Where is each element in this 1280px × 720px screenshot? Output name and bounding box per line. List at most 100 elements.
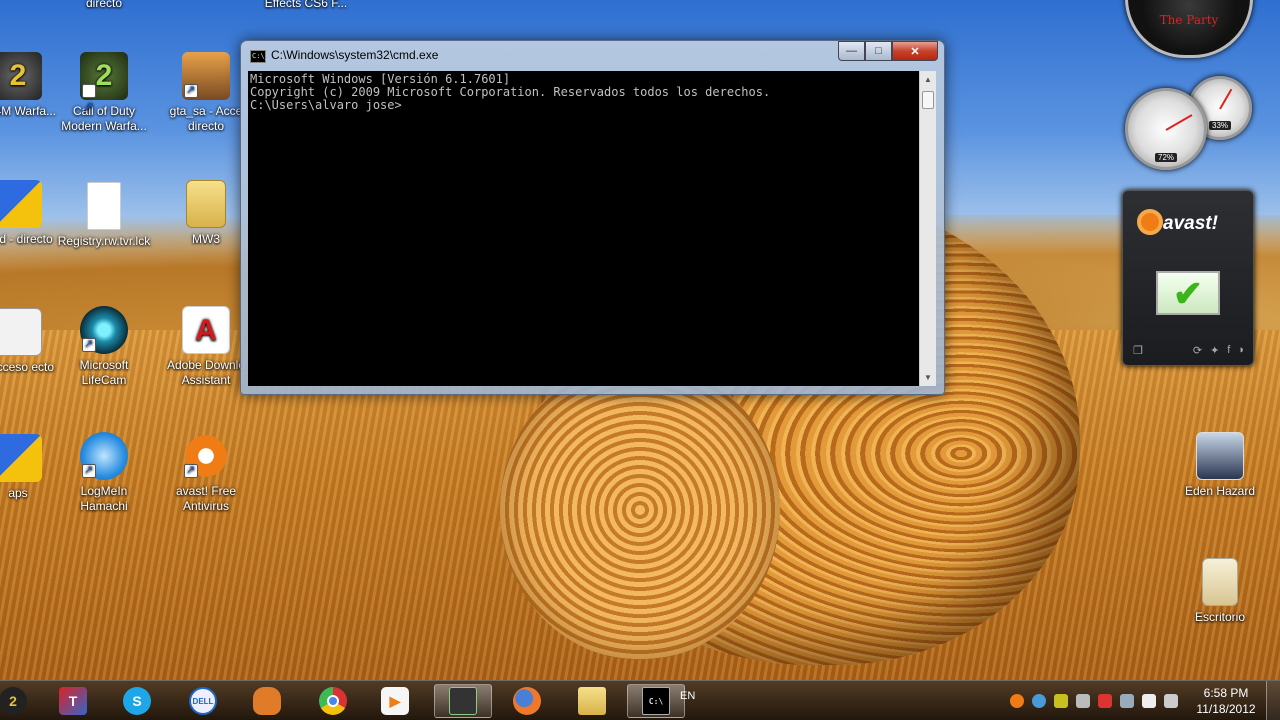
toolbar-icon: T [59,687,87,715]
show-desktop-button[interactable] [1266,681,1280,720]
taskbar-firefox[interactable] [498,684,556,718]
speaker-icon[interactable] [1164,694,1178,708]
desktop-icon-eden-hazard[interactable]: Eden Hazard [1172,432,1268,499]
clock-date: 11/18/2012 [1196,702,1256,716]
taskbar-skype[interactable]: S [108,684,166,718]
shortcut-arrow-icon [184,83,198,98]
adobe-icon: A [182,306,230,354]
camera-icon [449,687,477,715]
folder-icon [578,687,606,715]
mw2-icon: 2 [0,687,27,715]
blank-file-icon [87,182,121,230]
cmd-icon: C:\_ [250,50,269,63]
desktop-icon-registry[interactable]: Registry.rw.tvr.lck [56,182,152,249]
gta-icon [182,52,230,100]
shortcut-arrow-icon [82,463,96,478]
console-output[interactable]: Microsoft Windows [Versión 6.1.7601] Copy… [248,71,919,386]
window-icon[interactable]: ❐ [1133,344,1143,357]
shortcut-arrow-icon [82,337,96,352]
avast-icon [182,432,230,480]
meter-needle [1219,88,1233,110]
console-prompt: C:\Users\alvaro jose> [250,98,402,112]
cpu-percent: 72% [1154,153,1178,162]
clock-gadget-label: The Party [1159,13,1219,27]
maximize-button[interactable]: □ [865,41,892,61]
desktop-icon-hamachi[interactable]: LogMeIn Hamachi [56,432,152,514]
window-title: C:\Windows\system32\cmd.exe [271,48,439,62]
desktop-icon-effects[interactable]: Effects CS6 F... [258,0,354,11]
desktop-icon-escritorio[interactable]: Escritorio [1172,558,1268,625]
avast-brand: avast! [1163,213,1218,234]
avast-gadget[interactable]: avast! ✔ ❐ ⟳ ✦ f ◗ [1122,190,1254,366]
twitter-icon[interactable]: ✦ [1210,344,1219,357]
usb-icon[interactable] [1142,694,1156,708]
avast-tray-icon[interactable] [1010,694,1024,708]
desktop-icon-call-of-duty[interactable]: 2 Call of Duty Modern Warfa... [56,52,152,134]
cmd-icon: C:\ [642,687,670,715]
cmd-window[interactable]: C:\_ C:\Windows\system32\cmd.exe — □ ✕ M… [240,40,945,395]
taskbar-chrome[interactable] [304,684,362,718]
app-icon [0,308,42,356]
taskbar-toolbar[interactable]: T [44,684,102,718]
desktop-icon-label: Escritorio [1194,610,1245,624]
desktop-icon-directo[interactable]: directo [56,0,152,11]
desktop-icon-label: LogMeIn Hamachi [80,484,128,513]
shield-icon [0,180,42,228]
window-controls: — □ ✕ [838,41,938,61]
protected-check-icon[interactable]: ✔ [1156,271,1220,315]
taskbar-camera[interactable] [434,684,492,718]
photo-icon [1196,432,1244,480]
clock-gadget[interactable]: The Party [1125,0,1253,58]
taskbar-cmd[interactable]: C:\ [627,684,685,718]
scroll-down-icon[interactable]: ▼ [924,373,932,382]
folder-icon [1202,558,1238,606]
language-indicator[interactable]: EN [680,690,695,702]
dell-icon: DELL [189,687,217,715]
taskbar-clock[interactable]: 6:58 PM 11/18/2012 [1186,685,1266,717]
firefox-icon [513,687,541,715]
taskbar-dell[interactable]: DELL [174,684,232,718]
webcam-icon [80,306,128,354]
mw2-icon: 2 [0,52,42,100]
taskbar-mw2[interactable]: 2 [0,684,42,718]
taskbar-media-player[interactable]: ▶ [366,684,424,718]
cpu-meter-gadget[interactable]: 72% [1125,88,1207,170]
taskbar: 2 T S DELL ▶ C:\ EN 6:58 PM 11/18/2012 [0,680,1280,720]
desktop-icon-lifecam[interactable]: Microsoft LifeCam [56,306,152,388]
volume-icon[interactable] [1076,694,1090,708]
desktop-icon-avast[interactable]: avast! Free Antivirus [158,432,254,514]
media-player-icon: ▶ [381,687,409,715]
desktop-icon-label: Registry.rw.tvr.lck [57,234,151,248]
glove-icon [253,687,281,715]
shortcut-arrow-icon [82,83,96,131]
scrollbar-thumb[interactable] [922,91,934,109]
desktop-icon-label: Effects CS6 F... [264,0,348,10]
avast-logo-icon [1137,209,1163,235]
toolbar-tray-icon[interactable] [1054,694,1068,708]
refresh-icon[interactable]: ⟳ [1193,344,1202,357]
rss-icon[interactable]: ◗ [1238,344,1245,357]
system-tray: EN 6:58 PM 11/18/2012 [680,681,1280,720]
vertical-scrollbar[interactable]: ▲ ▼ [919,71,936,386]
chrome-icon [319,687,347,715]
close-button[interactable]: ✕ [892,41,938,61]
network-icon[interactable] [1120,694,1134,708]
desktop-icon-label: avast! Free Antivirus [175,484,237,513]
taskbar-glove[interactable] [238,684,296,718]
minimize-button[interactable]: — [838,41,865,61]
hamachi-tray-icon[interactable] [1032,694,1046,708]
mw2-icon: 2 [80,52,128,131]
facebook-icon[interactable]: f [1227,344,1230,357]
wallpaper-hay-bale-face [500,360,780,660]
desktop-icon-label: Eden Hazard [1184,484,1256,498]
folder-icon [186,180,226,228]
action-center-icon[interactable] [1098,694,1112,708]
desktop-icon-label: Call of Duty Modern Warfa... [61,104,147,133]
clock-time: 6:58 PM [1203,686,1249,700]
meter-needle [1165,113,1193,131]
memory-percent: 33% [1208,121,1232,130]
taskbar-explorer[interactable] [563,684,621,718]
scroll-up-icon[interactable]: ▲ [924,75,932,84]
avast-gadget-tools: ❐ ⟳ ✦ f ◗ [1133,344,1245,357]
shield-icon [0,434,42,482]
